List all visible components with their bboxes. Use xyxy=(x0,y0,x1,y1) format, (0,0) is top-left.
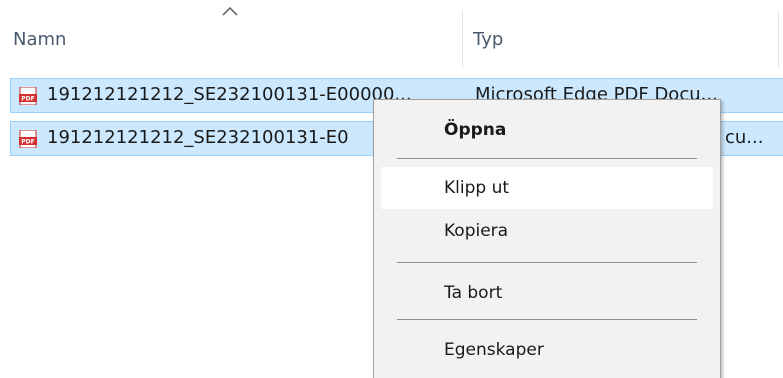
column-divider[interactable] xyxy=(778,10,779,68)
menu-separator xyxy=(397,158,697,159)
menu-item-properties[interactable]: Egenskaper xyxy=(381,329,713,371)
menu-item-open[interactable]: Öppna xyxy=(381,109,713,151)
svg-text:PDF: PDF xyxy=(21,139,34,146)
menu-separator xyxy=(397,319,697,320)
file-name: 191212121212_SE232100131-E0 xyxy=(47,127,349,148)
column-header-bar: Namn Typ xyxy=(0,0,783,68)
menu-item-cut[interactable]: Klipp ut xyxy=(381,167,713,209)
context-menu: Öppna Klipp ut Kopiera Ta bort Egenskape… xyxy=(373,99,721,378)
pdf-icon: PDF xyxy=(19,87,37,105)
file-type: cu... xyxy=(725,127,764,148)
column-header-type[interactable]: Typ xyxy=(473,29,503,50)
chevron-up-icon xyxy=(222,6,238,16)
column-header-name[interactable]: Namn xyxy=(13,29,66,50)
file-name: 191212121212_SE232100131-E00000... xyxy=(47,84,412,105)
column-divider[interactable] xyxy=(462,10,463,68)
menu-separator xyxy=(397,262,697,263)
svg-text:PDF: PDF xyxy=(21,96,34,103)
pdf-icon: PDF xyxy=(19,130,37,148)
menu-item-copy[interactable]: Kopiera xyxy=(381,210,713,252)
menu-item-delete[interactable]: Ta bort xyxy=(381,272,713,314)
